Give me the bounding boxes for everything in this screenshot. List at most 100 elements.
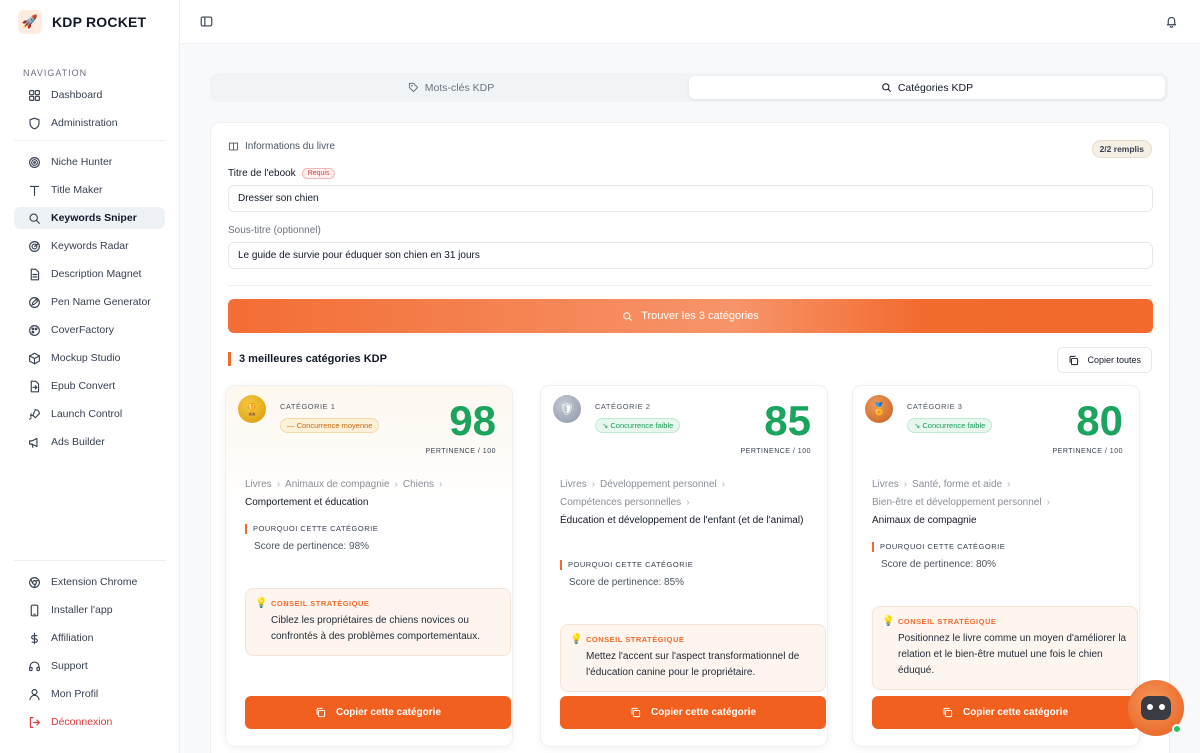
copy-category-button[interactable]: Copier cette catégorie [245, 696, 511, 729]
sidebar-item-keywords-radar[interactable]: Keywords Radar [14, 235, 165, 257]
breadcrumb-line: Livres › Animaux de compagnie › Chiens › [245, 476, 500, 494]
copy-icon [316, 707, 326, 718]
sidebar-item-deconnexion[interactable]: Déconnexion [14, 711, 166, 733]
subtitle-input[interactable]: Le guide de survie pour éduquer son chie… [228, 242, 1153, 269]
category-rank-label: CATÉGORIE 2 [595, 402, 651, 411]
logout-icon-wrap [28, 716, 41, 729]
pen-icon [29, 296, 40, 308]
book-icon [228, 142, 239, 151]
strategic-tip: 💡 CONSEIL STRATÉGIQUE Ciblez les propriéta… [245, 588, 511, 656]
rocket-icon [29, 408, 40, 420]
breadcrumb-line: Livres › Santé, forme et aide › [872, 476, 1127, 494]
book-info-label: Informations du livre [245, 141, 336, 152]
sidebar-item-pen-name-generator[interactable]: Pen Name Generator [14, 291, 165, 313]
breadcrumb-segment: Développement personnel [600, 479, 717, 490]
sidebar-item-administration[interactable]: Administration [14, 112, 165, 134]
sidebar-item-keywords-sniper[interactable]: Keywords Sniper [14, 207, 165, 229]
sidebar-item-description-magnet[interactable]: Description Magnet [14, 263, 165, 285]
chevron-right-icon: › [591, 479, 596, 490]
sidebar-item-affiliation[interactable]: Affiliation [14, 627, 166, 649]
title-field-label: Titre de l'ebook Requis [228, 168, 336, 179]
tip-title: CONSEIL STRATÉGIQUE [586, 635, 685, 644]
sidebar-item-support[interactable]: Support [14, 655, 166, 677]
sidebar-item-label: Title Maker [51, 184, 103, 196]
book-info-heading: Informations du livre [228, 141, 335, 152]
copy-all-button[interactable]: Copier toutes [1057, 347, 1152, 373]
strategic-tip: 💡 CONSEIL STRATÉGIQUE Positionnez le livre… [872, 606, 1138, 690]
chevron-right-icon: › [439, 479, 443, 490]
bell-icon[interactable] [1165, 15, 1178, 28]
lightbulb-icon: 💡 [882, 616, 895, 627]
dashboard-icon [29, 89, 40, 101]
sidebar-toggle-icon[interactable] [200, 15, 213, 28]
relevance-score-caption: PERTINENCE / 100 [1052, 448, 1123, 455]
sidebar-item-niche-hunter[interactable]: Niche Hunter [14, 151, 165, 173]
tab-keywords[interactable]: Mots-clés KDP [213, 76, 689, 99]
rocket-icon-wrap [28, 408, 41, 421]
sidebar-item-label: Pen Name Generator [51, 296, 151, 308]
megaphone-icon [29, 437, 38, 448]
assistant-bot-button[interactable] [1128, 680, 1184, 736]
copy-category-button[interactable]: Copier cette catégorie [560, 696, 826, 729]
search-icon-wrap [28, 212, 41, 225]
tip-text: Positionnez le livre comme un moyen d'am… [898, 633, 1127, 676]
sidebar-item-epub-convert[interactable]: Epub Convert [14, 375, 165, 397]
sidebar-item-label: Keywords Sniper [51, 212, 137, 224]
sidebar-item-label: Déconnexion [51, 716, 113, 728]
why-text: Score de pertinence: 85% [569, 577, 685, 588]
file-convert-icon-wrap [28, 380, 41, 393]
chevron-right-icon: › [276, 479, 281, 490]
robot-eye [1159, 704, 1165, 710]
relevance-score: 80 [1076, 397, 1123, 444]
sidebar-item-label: Launch Control [51, 408, 123, 420]
sidebar-item-mockup-studio[interactable]: Mockup Studio [14, 347, 165, 369]
tip-text: Mettez l'accent sur l'aspect transformat… [586, 651, 800, 678]
category-final-name: Animaux de compagnie [872, 515, 977, 526]
sidebar-item-label: Niche Hunter [51, 156, 113, 168]
find-categories-button[interactable]: Trouver les 3 catégories [228, 299, 1153, 333]
breadcrumb-segment: Bien-être et développement personnel [872, 497, 1042, 508]
sidebar-item-label: Keywords Radar [51, 240, 129, 252]
sidebar-item-mon-profil[interactable]: Mon Profil [14, 683, 166, 705]
topbar [180, 0, 1200, 44]
dollar-icon-wrap [28, 632, 41, 645]
breadcrumb-line: Compétences personnelles › [560, 494, 815, 512]
sidebar-item-label: Extension Chrome [51, 576, 138, 588]
sidebar-item-dashboard[interactable]: Dashboard [14, 84, 165, 106]
chevron-right-icon: › [903, 479, 908, 490]
breadcrumb-segment: Livres [245, 479, 272, 490]
why-heading: POURQUOI CETTE CATÉGORIE [245, 524, 378, 534]
sidebar-item-installer-l-app[interactable]: Installer l'app [14, 599, 166, 621]
sidebar-item-coverfactory[interactable]: CoverFactory [14, 319, 165, 341]
competition-badge: ↘ Concurrence faible [595, 418, 681, 433]
chrome-icon [29, 576, 40, 588]
tab-categories[interactable]: Catégories KDP [689, 76, 1165, 99]
nav-heading: NAVIGATION [23, 68, 88, 78]
sidebar-item-launch-control[interactable]: Launch Control [14, 403, 165, 425]
chevron-right-icon: › [721, 479, 726, 490]
copy-category-label: Copier cette catégorie [650, 707, 757, 718]
category-breadcrumb: Livres › Santé, forme et aide › Bien-être et… [872, 476, 1127, 530]
chevron-right-icon: › [1046, 497, 1050, 508]
sidebar-item-title-maker[interactable]: Title Maker [14, 179, 165, 201]
category-finder-card: Informations du livre 2/2 remplis Titre … [210, 122, 1170, 753]
radar-icon [29, 240, 40, 252]
tag-icon [408, 82, 418, 93]
sidebar-item-label: Affiliation [51, 632, 94, 644]
sidebar-item-ads-builder[interactable]: Ads Builder [14, 431, 165, 453]
online-status-dot [1172, 724, 1182, 734]
chevron-right-icon: › [686, 497, 690, 508]
breadcrumb-line: Bien-être et développement personnel › [872, 494, 1127, 512]
copy-icon [631, 707, 641, 718]
why-text: Score de pertinence: 98% [254, 541, 370, 552]
bronze-medal-icon: 🏅 [865, 395, 893, 423]
copy-category-button[interactable]: Copier cette catégorie [872, 696, 1138, 729]
title-input[interactable]: Dresser son chien [228, 185, 1153, 212]
brand[interactable]: 🚀 KDP ROCKET [0, 0, 179, 44]
category-card-3: 🏅 CATÉGORIE 3 ↘ Concurrence faible 80 PERTIN… [852, 385, 1140, 747]
category-card-1: 🏆 CATÉGORIE 1 — Concurrence moyenne 98 PERTI… [225, 385, 513, 747]
chevron-right-icon: › [1007, 479, 1011, 490]
cube-icon [29, 352, 40, 364]
relevance-score: 85 [764, 397, 811, 444]
sidebar-item-extension-chrome[interactable]: Extension Chrome [14, 571, 166, 593]
